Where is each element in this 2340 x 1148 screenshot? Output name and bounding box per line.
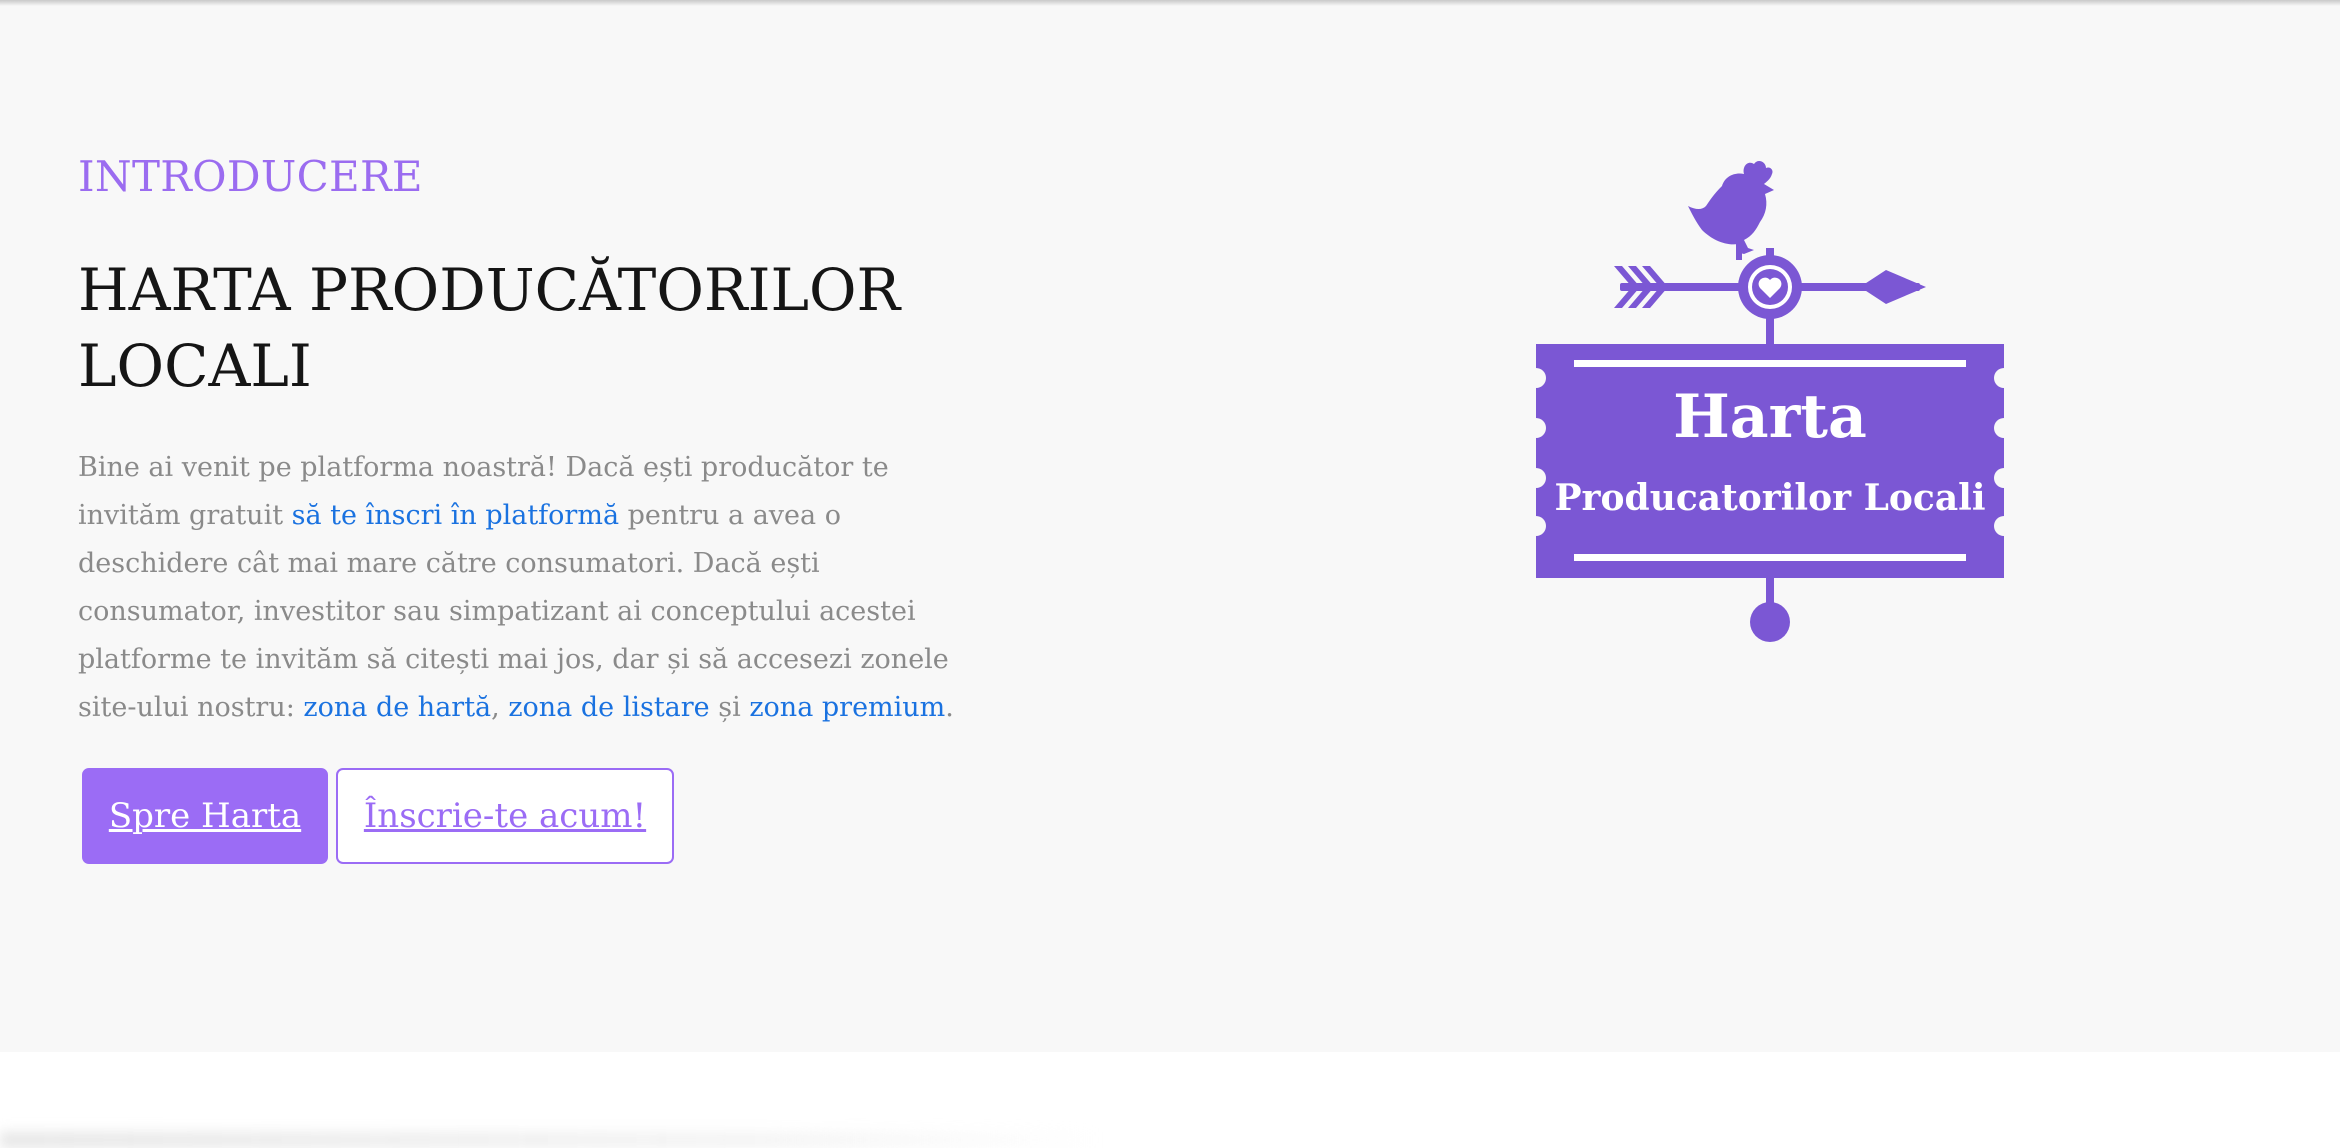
section-eyebrow: INTRODUCERE xyxy=(78,152,423,201)
logo-subtitle: Producatorilor Locali xyxy=(1554,477,1986,519)
signup-link[interactable]: să te înscri în platformă xyxy=(292,500,619,531)
description-text: pentru a avea o deschidere cât mai mare … xyxy=(78,500,949,723)
listing-zone-link[interactable]: zona de listare xyxy=(508,692,709,723)
rooster-icon xyxy=(1688,161,1774,260)
description-end: . xyxy=(945,692,954,723)
logo-title: Harta xyxy=(1673,382,1867,452)
next-section-shadow xyxy=(0,1132,1100,1148)
weathervane-logo: Harta Producatorilor Locali xyxy=(1530,136,2010,656)
signup-now-button[interactable]: Înscrie-te acum! xyxy=(336,768,674,864)
premium-zone-link[interactable]: zona premium xyxy=(749,692,945,723)
map-zone-link[interactable]: zona de hartă xyxy=(303,692,491,723)
hero-section: INTRODUCERE HARTA PRODUCĂTORILOR LOCALI … xyxy=(0,6,2340,1052)
separator-text: , xyxy=(491,692,509,723)
separator-text: și xyxy=(709,692,750,723)
to-map-button[interactable]: Spre Harta xyxy=(82,768,328,864)
intro-description: Bine ai venit pe platforma noastră! Dacă… xyxy=(78,444,958,732)
page-title: HARTA PRODUCĂTORILOR LOCALI xyxy=(78,256,901,400)
